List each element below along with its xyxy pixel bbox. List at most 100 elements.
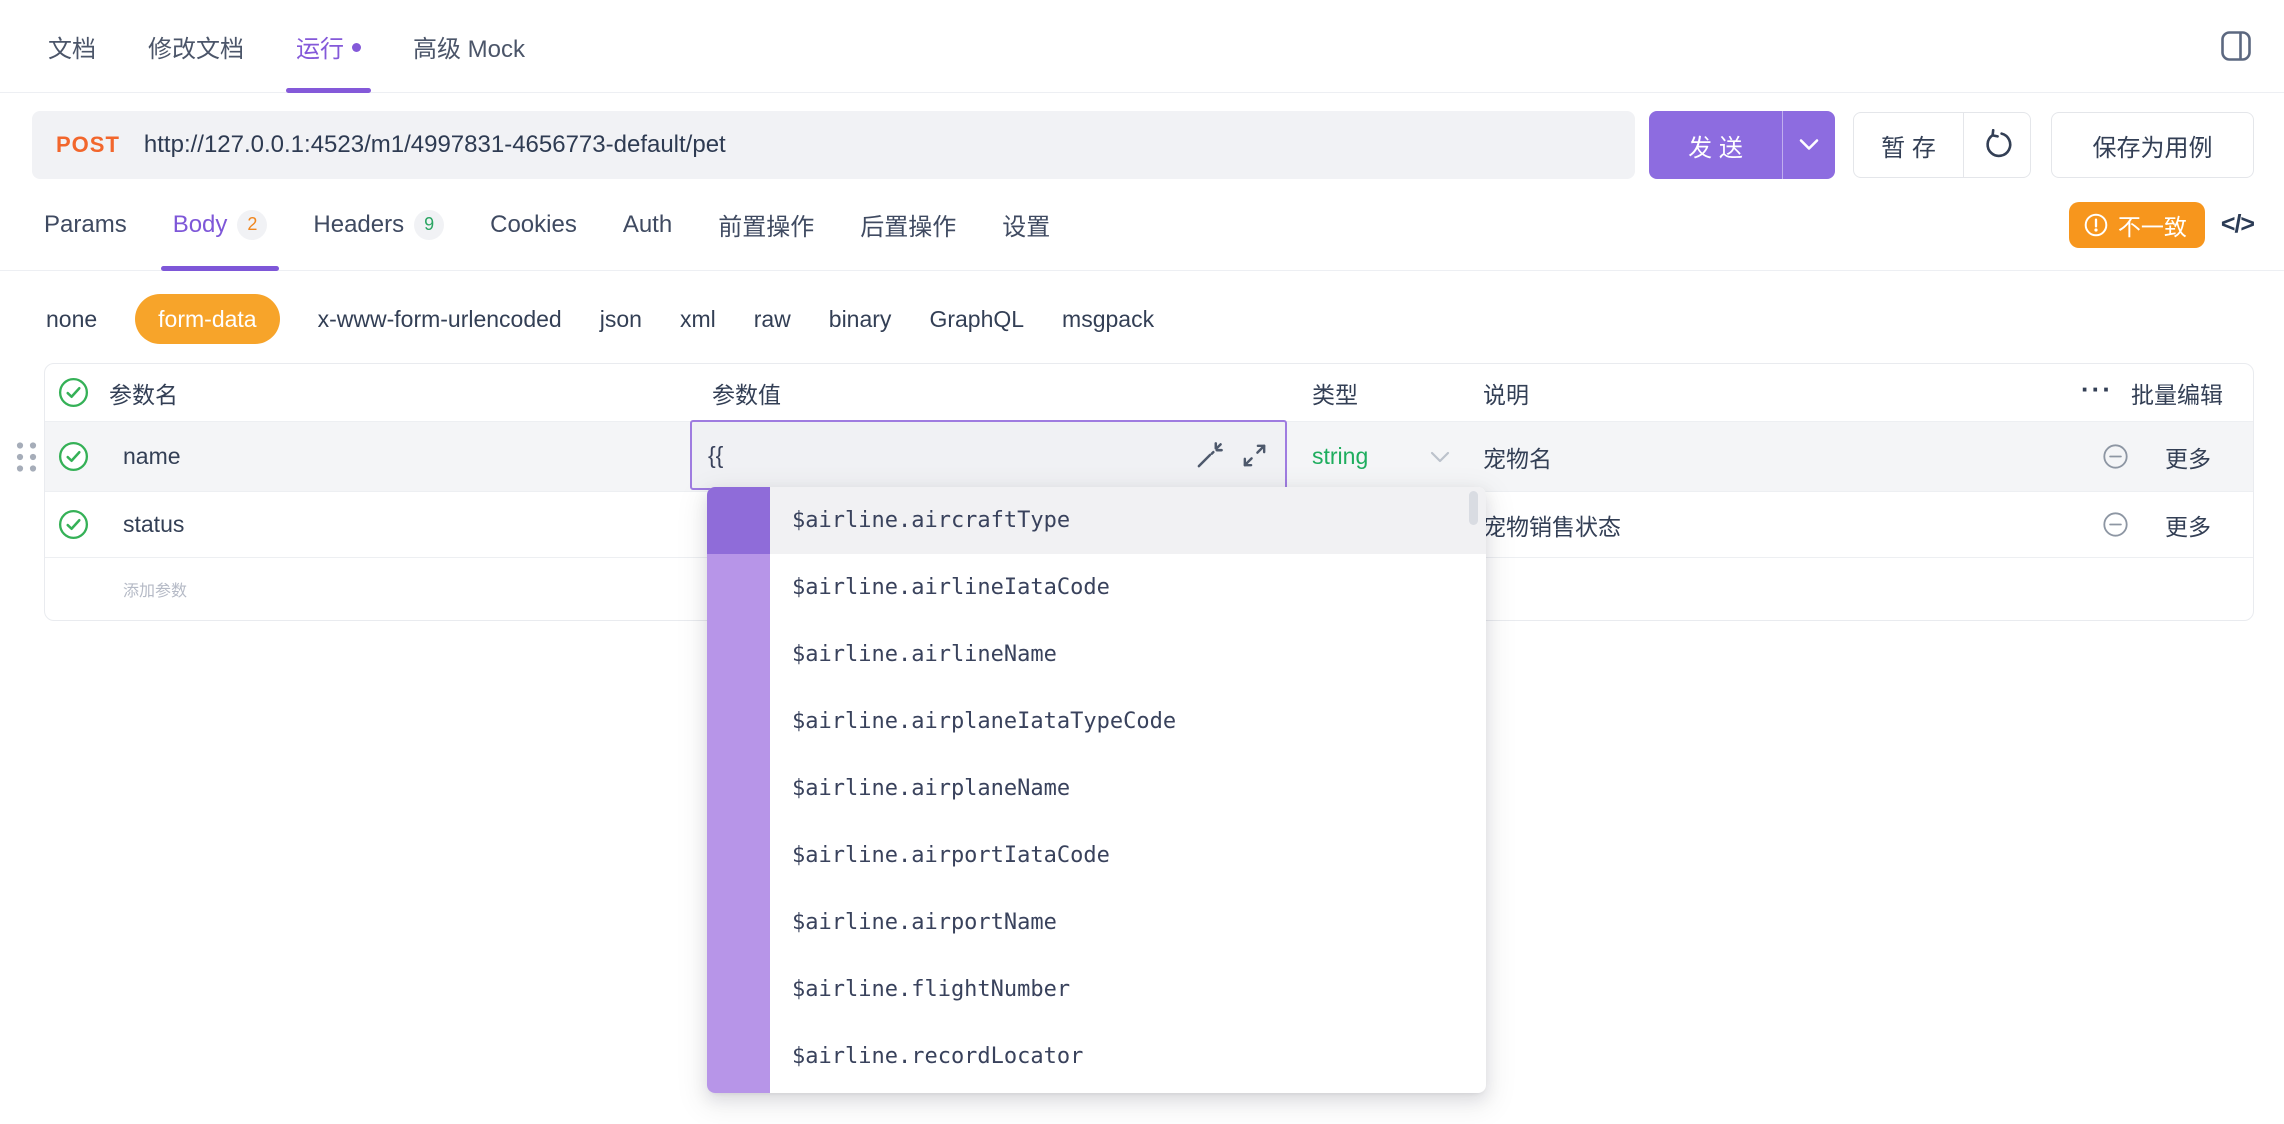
select-all-checkbox[interactable] [58,377,89,408]
row-more-button[interactable]: 更多 [2165,440,2211,474]
tab-body-label: Body [173,211,228,239]
doc-tabs: 文档 修改文档 运行 高级 Mock [48,0,525,92]
tab-docs[interactable]: 文档 [48,0,96,92]
tab-docs-label: 文档 [48,29,96,64]
body-type-x-www-form-urlencoded[interactable]: x-www-form-urlencoded [318,306,562,333]
body-type-msgpack[interactable]: msgpack [1062,306,1154,333]
remove-row-icon[interactable] [2102,443,2129,470]
chevron-down-icon [1797,137,1821,153]
tab-headers[interactable]: Headers 9 [313,179,444,270]
request-tabs: Params Body 2 Headers 9 Cookies Auth 前置操… [44,179,1050,270]
tab-settings-label: 设置 [1002,207,1050,242]
param-value-editor[interactable]: {{ [690,420,1287,490]
body-type-json[interactable]: json [600,306,642,333]
mismatch-badge-label: 不一致 [2118,208,2187,242]
request-tabs-right: 不一致 </> [2069,202,2254,248]
body-count-badge: 2 [237,210,267,240]
header-more-menu[interactable]: ··· [2081,376,2113,410]
body-type-form-data[interactable]: form-data [135,294,279,344]
tab-run-label: 运行 [296,29,344,64]
body-type-none[interactable]: none [46,306,97,333]
active-tab-underline [161,266,280,271]
active-tab-underline [286,88,371,93]
row-more-button[interactable]: 更多 [2165,508,2211,542]
tab-body[interactable]: Body 2 [173,179,268,270]
dropdown-item[interactable]: $airline.airplaneIataTypeCode [770,688,1486,755]
param-name-cell[interactable]: status [123,511,184,538]
param-type-select[interactable]: string [1301,422,1471,491]
reset-icon [1981,129,2013,161]
tab-edit-docs[interactable]: 修改文档 [148,0,244,92]
table-row-name: name {{ [45,422,2253,492]
body-type-selector: none form-data x-www-form-urlencoded jso… [46,287,2254,351]
stash-button[interactable]: 暂 存 [1854,113,1963,177]
tab-pre-operations[interactable]: 前置操作 [718,179,814,270]
save-as-case-button[interactable]: 保存为用例 [2051,112,2254,178]
dropdown-item[interactable]: $airline.airportIataCode [770,822,1486,889]
tab-advanced-mock[interactable]: 高级 Mock [413,0,525,92]
tab-auth[interactable]: Auth [623,179,672,270]
tab-pre-operations-label: 前置操作 [718,207,814,242]
param-description-cell[interactable]: 宠物销售状态 [1483,514,1621,540]
expand-editor-icon[interactable] [1240,441,1269,470]
tab-params[interactable]: Params [44,179,127,270]
body-type-xml[interactable]: xml [680,306,716,333]
param-description-cell[interactable]: 宠物名 [1483,446,1552,472]
send-button-group: 发 送 [1649,111,1835,179]
dropdown-accent-bar-highlight [707,487,770,554]
mismatch-badge[interactable]: 不一致 [2069,202,2205,248]
tab-run[interactable]: 运行 [296,0,361,92]
tab-advanced-mock-label: 高级 Mock [413,29,525,64]
chevron-down-icon [1429,443,1451,470]
tab-cookies[interactable]: Cookies [490,179,577,270]
row-enabled-checkbox[interactable] [58,441,89,472]
request-bar: POST http://127.0.0.1:4523/m1/4997831-46… [32,111,2254,179]
tab-cookies-label: Cookies [490,211,577,239]
send-button[interactable]: 发 送 [1649,111,1782,179]
body-type-raw[interactable]: raw [754,306,791,333]
code-view-icon[interactable]: </> [2221,210,2254,239]
dropdown-accent-bar [707,487,770,1093]
variable-autocomplete-dropdown: $airline.aircraftType $airline.airlineIa… [707,487,1486,1093]
dropdown-items: $airline.aircraftType $airline.airlineIa… [770,487,1486,1093]
request-tabs-bar: Params Body 2 Headers 9 Cookies Auth 前置操… [0,179,2284,271]
dropdown-item[interactable]: $airline.recordLocator [770,1023,1486,1090]
remove-row-icon[interactable] [2102,511,2129,538]
body-type-binary[interactable]: binary [829,306,892,333]
dropdown-item[interactable]: $airline.airplaneName [770,755,1486,822]
dropdown-item[interactable]: $airline.airlineName [770,621,1486,688]
batch-edit-button[interactable]: 批量编辑 [2131,376,2223,410]
dropdown-scrollbar-thumb[interactable] [1469,491,1478,525]
toggle-right-panel-icon[interactable] [2218,28,2254,64]
url-value: http://127.0.0.1:4523/m1/4997831-4656773… [144,131,726,159]
header-type: 类型 [1312,376,1358,410]
stash-button-group: 暂 存 [1853,112,2031,178]
param-type-value: string [1312,443,1368,470]
tab-post-operations-label: 后置操作 [860,207,956,242]
magic-wand-icon[interactable] [1195,441,1224,470]
tab-auth-label: Auth [623,211,672,239]
method-select[interactable]: POST [56,132,120,158]
header-param-name: 参数名 [109,376,178,410]
tab-edit-docs-label: 修改文档 [148,29,244,64]
unsaved-dot [352,43,361,52]
headers-count-badge: 9 [414,210,444,240]
tab-settings[interactable]: 设置 [1002,179,1050,270]
dropdown-item[interactable]: $airline.airportName [770,889,1486,956]
tab-post-operations[interactable]: 后置操作 [860,179,956,270]
dropdown-item[interactable]: $airline.aircraftType [770,487,1486,554]
dropdown-accent-bar-rest [707,554,770,1093]
header-description: 说明 [1483,382,1529,408]
dropdown-item[interactable]: $airline.airlineIataCode [770,554,1486,621]
drag-handle-icon[interactable] [14,439,39,474]
header-param-value: 参数值 [712,376,781,410]
alert-circle-icon [2083,212,2109,238]
reset-button[interactable] [1964,113,2030,177]
param-name-cell[interactable]: name [123,443,181,470]
dropdown-item[interactable]: $airline.flightNumber [770,956,1486,1023]
body-type-graphql[interactable]: GraphQL [929,306,1024,333]
url-input[interactable]: POST http://127.0.0.1:4523/m1/4997831-46… [32,111,1635,179]
tab-params-label: Params [44,211,127,239]
send-options-button[interactable] [1783,111,1835,179]
row-enabled-checkbox[interactable] [58,509,89,540]
